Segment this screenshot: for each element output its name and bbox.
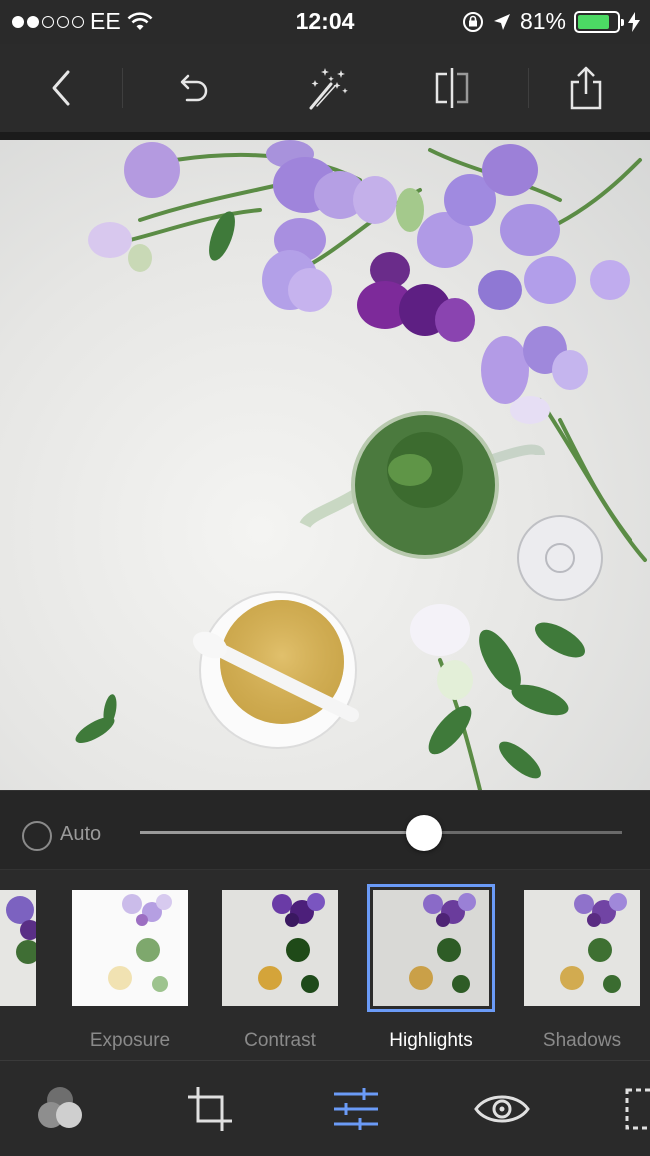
battery-icon — [574, 10, 624, 33]
top-toolbar — [0, 44, 650, 132]
share-icon — [570, 66, 602, 110]
back-button[interactable] — [31, 58, 91, 118]
tab-redeye[interactable] — [472, 1081, 532, 1137]
adjust-sliders-icon — [334, 1088, 378, 1130]
preset-thumbnail — [367, 884, 495, 1012]
adjustment-slider-row: Auto — [0, 790, 650, 870]
preset-item-highlights[interactable]: Highlights — [367, 884, 495, 1052]
preset-item-contrast[interactable]: Contrast — [220, 888, 340, 1052]
back-chevron-icon — [52, 70, 70, 106]
auto-label: Auto — [60, 823, 102, 845]
auto-enhance-button[interactable] — [298, 58, 358, 118]
preset-label: Contrast — [244, 1030, 316, 1051]
preset-thumbnail — [222, 890, 338, 1006]
magic-wand-icon — [309, 68, 348, 110]
toolbar-spacer — [0, 132, 650, 140]
bottom-tab-bar — [0, 1060, 650, 1156]
photo-canvas[interactable] — [0, 140, 650, 790]
preset-label: Highlights — [389, 1030, 473, 1051]
compare-button[interactable] — [422, 58, 482, 118]
eye-icon — [474, 1095, 530, 1123]
preset-thumbnail — [72, 890, 188, 1006]
preset-thumbnail — [524, 890, 640, 1006]
color-circles-icon — [38, 1087, 82, 1128]
preset-thumbnail — [0, 890, 36, 1006]
undo-icon — [180, 74, 208, 102]
preset-label: g — [0, 1030, 38, 1052]
status-bar: EE 12:04 81% — [0, 0, 650, 44]
status-right: 81% — [462, 8, 640, 35]
preset-label: Exposure — [89, 1030, 171, 1051]
flatlay-photo-image — [75, 140, 647, 790]
crop-icon — [188, 1087, 232, 1131]
preset-label: Shadows — [542, 1030, 622, 1051]
battery-percent: 81% — [519, 8, 566, 34]
charging-bolt-icon — [628, 11, 640, 32]
slider-fill — [140, 831, 425, 834]
compare-split-icon — [435, 68, 469, 108]
toolbar-divider — [122, 68, 123, 108]
preset-item-shadows[interactable]: Shadows — [522, 888, 642, 1052]
share-button[interactable] — [556, 58, 616, 118]
adjustment-presets: g Exposure Contrast — [0, 870, 650, 1060]
tab-vignette[interactable] — [618, 1081, 650, 1137]
location-arrow-icon — [493, 13, 510, 30]
tab-looks[interactable] — [30, 1081, 90, 1137]
preset-item-exposure[interactable]: Exposure — [70, 888, 190, 1052]
orientation-lock-icon — [462, 11, 483, 32]
vignette-frame-icon — [625, 1088, 650, 1130]
tab-adjust[interactable] — [326, 1081, 386, 1137]
tab-crop[interactable] — [180, 1081, 240, 1137]
toolbar-divider — [528, 68, 529, 108]
undo-button[interactable] — [163, 58, 223, 118]
preset-item-partial[interactable]: g — [0, 888, 38, 1052]
auto-toggle[interactable] — [22, 821, 52, 851]
slider-thumb[interactable] — [406, 815, 443, 851]
